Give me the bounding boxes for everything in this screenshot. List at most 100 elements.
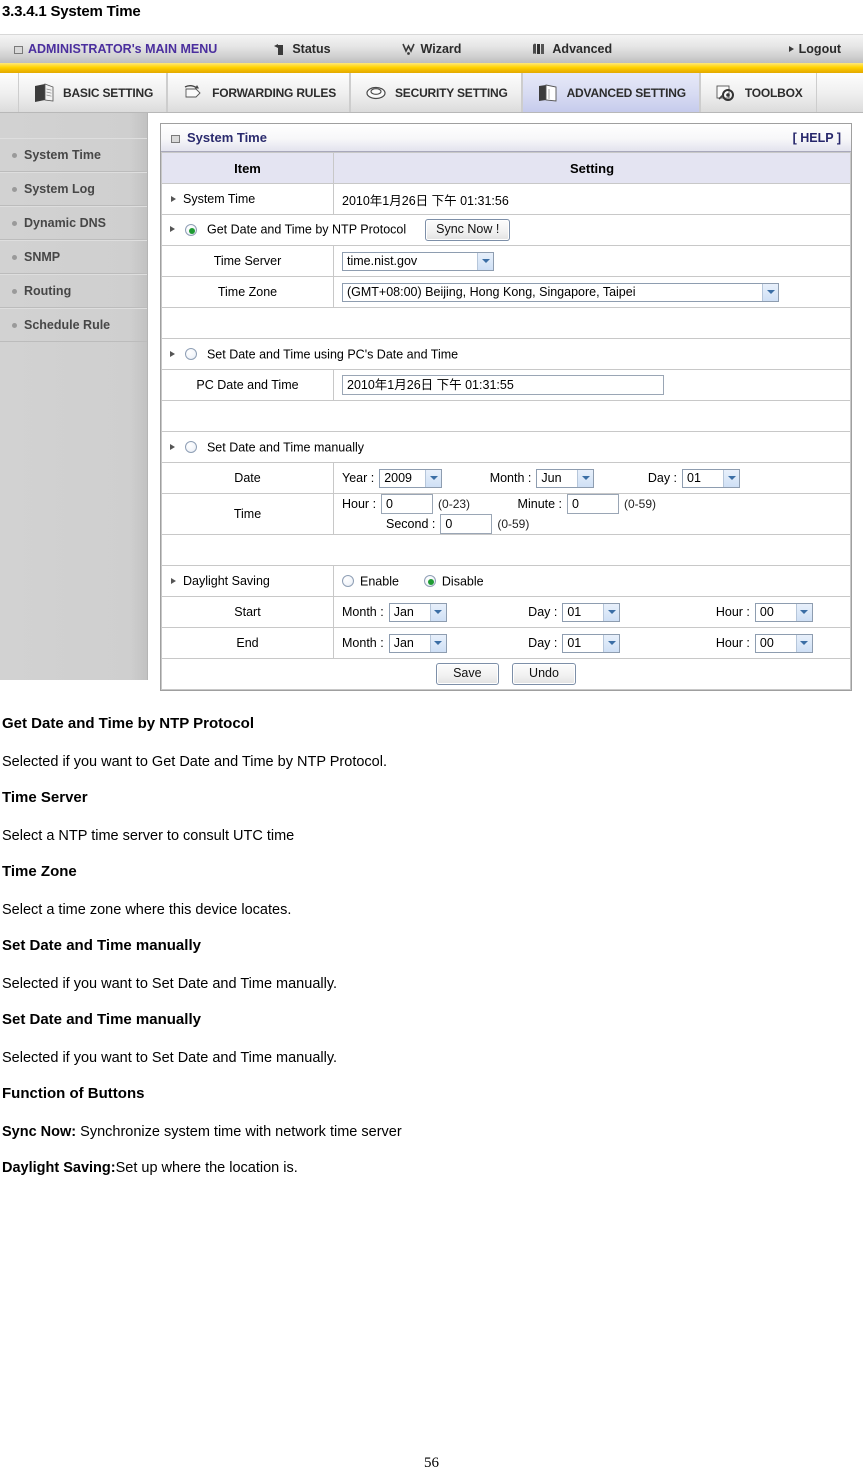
- chevron-down-icon: [603, 603, 620, 621]
- row-pc-date-and-time: PC Date and Time 2010年1月26日 下午 01:31:55: [161, 369, 851, 401]
- label-time-row: Time: [161, 493, 334, 535]
- tab-security-setting[interactable]: SECURITY SETTING: [350, 73, 522, 112]
- label-date-row: Date: [161, 462, 334, 494]
- sidebar-item-system-time[interactable]: System Time: [0, 138, 147, 172]
- paragraph-manual-2: Selected if you want to Set Date and Tim…: [2, 1050, 338, 1066]
- pc-time-option-cell[interactable]: Set Date and Time using PC's Date and Ti…: [161, 338, 851, 370]
- chevron-right-icon: [788, 46, 794, 52]
- top-menu-item-wizard[interactable]: Wizard: [401, 42, 461, 56]
- arrow-right-icon: [170, 443, 175, 450]
- day-field: Day : 01: [647, 468, 741, 488]
- label-daylight-enable: Enable: [360, 574, 399, 589]
- undo-button[interactable]: Undo: [512, 663, 576, 685]
- label-end-month: Month :: [342, 636, 384, 650]
- end-month-select[interactable]: Jan: [388, 633, 447, 653]
- label-year: Year :: [342, 471, 375, 485]
- help-link[interactable]: [ HELP ]: [793, 131, 841, 145]
- spacer-cell: [161, 534, 851, 566]
- end-day-select[interactable]: 01: [562, 633, 621, 653]
- month-select[interactable]: Jun: [536, 468, 595, 488]
- start-month-select[interactable]: Jan: [388, 602, 447, 622]
- tab-label-toolbox: TOOLBOX: [744, 85, 803, 100]
- label-start-month: Month :: [342, 605, 384, 619]
- bullet-icon: [12, 322, 17, 328]
- wizard-icon: [401, 43, 415, 55]
- spacer-cell: [161, 400, 851, 432]
- chevron-down-icon: [723, 469, 740, 487]
- manual-option-cell[interactable]: Set Date and Time manually: [161, 431, 851, 463]
- start-hour-select[interactable]: 00: [754, 602, 813, 622]
- start-day-select[interactable]: 01: [562, 602, 621, 622]
- radio-daylight-enable[interactable]: [342, 575, 354, 588]
- tab-toolbox[interactable]: TOOLBOX: [699, 73, 817, 112]
- chevron-down-icon: [429, 634, 446, 652]
- top-menu-item-logout[interactable]: Logout: [788, 42, 841, 56]
- bullet-icon: [12, 186, 17, 192]
- time-zone-select[interactable]: (GMT+08:00) Beijing, Hong Kong, Singapor…: [342, 282, 779, 302]
- row-time-server: Time Server time.nist.gov: [161, 245, 851, 277]
- admin-main-menu[interactable]: ADMINISTRATOR's MAIN MENU: [14, 42, 217, 56]
- hint-hour: (0-23): [438, 497, 471, 511]
- sidebar: System Time System Log Dynamic DNS SNMP …: [0, 113, 148, 680]
- pc-date-and-time-input[interactable]: 2010年1月26日 下午 01:31:55: [342, 375, 664, 395]
- system-time-panel: System Time [ HELP ] Item Setting System…: [160, 123, 852, 691]
- tab-basic-setting[interactable]: BASIC SETTING: [18, 73, 168, 112]
- second-input[interactable]: 0: [440, 514, 493, 534]
- time-server-select[interactable]: time.nist.gov: [342, 251, 494, 271]
- tab-label-forwarding-rules: FORWARDING RULES: [212, 85, 336, 100]
- book-icon: [35, 82, 54, 102]
- chevron-down-icon: [762, 283, 778, 301]
- sidebar-item-routing[interactable]: Routing: [0, 274, 147, 308]
- label-hour: Hour :: [342, 497, 377, 511]
- tab-advanced-setting[interactable]: ADVANCED SETTING: [521, 73, 700, 112]
- paragraph-sync-now: Sync Now: Synchronize system time with n…: [2, 1123, 863, 1141]
- system-time-form: Item Setting System Time 2010年1月26日 下午 0…: [161, 152, 851, 690]
- ntp-option-cell[interactable]: Get Date and Time by NTP Protocol Sync N…: [161, 214, 851, 246]
- hint-second: (0-59): [497, 517, 530, 531]
- sync-now-button[interactable]: Sync Now !: [425, 219, 511, 241]
- chevron-down-icon: [795, 634, 812, 652]
- radio-manual[interactable]: [185, 441, 198, 454]
- column-header-setting: Setting: [333, 152, 851, 184]
- status-icon: [274, 44, 284, 55]
- cell-time: Hour : 0 (0-23) Minute : 0 (0-59) Second…: [333, 493, 851, 535]
- label-start-day: Day :: [528, 605, 558, 619]
- form-buttons-cell: Save Undo: [161, 658, 851, 690]
- cell-pc-date-and-time: 2010年1月26日 下午 01:31:55: [333, 369, 851, 401]
- minute-input[interactable]: 0: [567, 494, 620, 514]
- hour-input[interactable]: 0: [381, 494, 434, 514]
- tab-forwarding-rules[interactable]: FORWARDING RULES: [167, 73, 350, 112]
- year-value: 2009: [384, 470, 413, 485]
- label-end-hour: Hour :: [715, 636, 750, 650]
- label-pc-time: Set Date and Time using PC's Date and Ti…: [206, 347, 459, 362]
- row-spacer: [161, 534, 851, 566]
- sidebar-item-schedule-rule[interactable]: Schedule Rule: [0, 308, 147, 342]
- save-button[interactable]: Save: [436, 663, 499, 685]
- bullet-icon: [12, 288, 17, 294]
- end-day-value: 01: [567, 635, 582, 650]
- label-daylight-disable: Disable: [441, 574, 484, 589]
- sidebar-item-system-log[interactable]: System Log: [0, 172, 147, 206]
- top-menu-item-status[interactable]: Status: [273, 42, 331, 56]
- year-select[interactable]: 2009: [379, 468, 443, 488]
- minute-field: Minute : 0 (0-59): [518, 494, 656, 514]
- table-header-row: Item Setting: [161, 152, 851, 184]
- tab-label-security-setting: SECURITY SETTING: [395, 85, 508, 100]
- label-day: Day :: [647, 471, 678, 485]
- cell-daylight-end: Month : Jan Day : 01 Hour: 00: [333, 627, 851, 659]
- paragraph-time-zone: Select a time zone where this device loc…: [2, 902, 292, 918]
- open-book-icon: [538, 83, 557, 101]
- end-day-field: Day : 01: [528, 633, 621, 653]
- top-menu-item-advanced[interactable]: Advanced: [531, 42, 612, 56]
- row-spacer: [161, 400, 851, 432]
- sidebar-item-snmp[interactable]: SNMP: [0, 240, 147, 274]
- row-time: Time Hour : 0 (0-23) Minute : 0 (0-59) S…: [161, 493, 851, 535]
- end-hour-select[interactable]: 00: [754, 633, 813, 653]
- radio-ntp[interactable]: [185, 223, 198, 236]
- radio-daylight-disable[interactable]: [423, 575, 436, 588]
- sidebar-label-schedule-rule: Schedule Rule: [24, 318, 111, 332]
- sidebar-item-dynamic-dns[interactable]: Dynamic DNS: [0, 206, 147, 240]
- shield-icon: [366, 86, 386, 99]
- radio-pc-time[interactable]: [185, 348, 198, 361]
- day-select[interactable]: 01: [682, 468, 741, 488]
